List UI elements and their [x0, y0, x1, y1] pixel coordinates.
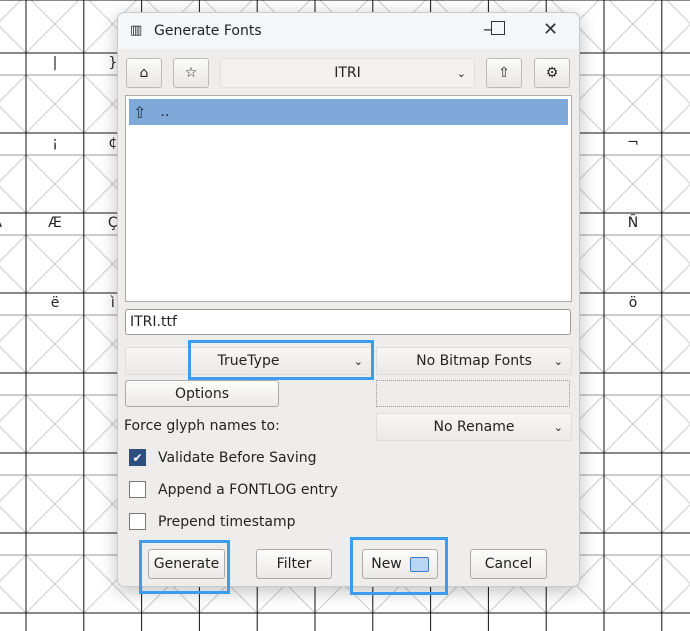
glyph-label: Æ: [48, 215, 62, 231]
up-arrow-icon: ⇧: [133, 102, 147, 122]
cancel-button[interactable]: Cancel: [470, 549, 547, 579]
glyph-label: Ñ: [627, 215, 639, 231]
glyph-label: Å: [0, 215, 26, 231]
bitmap-value: No Bitmap Fonts: [416, 353, 532, 369]
folder-icon: [409, 556, 429, 572]
settings-button[interactable]: ⚙: [534, 58, 570, 88]
close-button[interactable]: ✕: [543, 19, 558, 40]
glyph-label: ¡: [52, 135, 58, 151]
up-arrow-icon: ⇧: [498, 65, 510, 81]
glyph-label: ¬: [627, 135, 639, 151]
checkbox-label: Prepend timestamp: [158, 513, 296, 530]
force-glyph-label: Force glyph names to:: [124, 418, 280, 434]
rename-select[interactable]: No Rename ⌄: [376, 413, 572, 441]
maximize-button[interactable]: [491, 21, 505, 35]
checkbox-icon: [129, 513, 146, 530]
bookmark-button[interactable]: ☆: [173, 58, 209, 88]
rename-value: No Rename: [433, 419, 515, 435]
new-label: New: [371, 556, 402, 572]
home-button[interactable]: ⌂: [126, 58, 162, 88]
bitmap-select[interactable]: No Bitmap Fonts ⌄: [376, 347, 572, 375]
list-item[interactable]: ⇧ ..: [129, 99, 568, 125]
options-button[interactable]: Options: [125, 380, 279, 407]
fontforge-app-icon: ▥: [130, 23, 143, 38]
generate-button[interactable]: Generate: [148, 549, 225, 579]
checkbox-icon: [129, 481, 146, 498]
generate-fonts-dialog: ▥ Generate Fonts – ✕ ⌂ ☆ ITRI ⌄ ⇧ ⚙ ⇧ ..…: [117, 12, 580, 587]
home-icon: ⌂: [139, 65, 149, 81]
glyph-label: ö: [628, 295, 638, 311]
star-icon: ☆: [184, 65, 198, 81]
fontlog-checkbox[interactable]: Append a FONTLOG entry: [129, 481, 338, 498]
glyph-label: |: [52, 55, 58, 71]
directory-combo[interactable]: ITRI ⌄: [220, 58, 475, 88]
filter-button[interactable]: Filter: [256, 549, 332, 579]
format-select[interactable]: TrueType ⌄: [125, 347, 372, 375]
file-list[interactable]: ⇧ ..: [125, 95, 572, 302]
checkbox-label: Validate Before Saving: [158, 449, 317, 466]
list-item-label: ..: [160, 104, 170, 120]
gear-icon: ⚙: [545, 65, 559, 81]
title-bar: ▥ Generate Fonts – ✕: [118, 13, 579, 49]
new-folder-button[interactable]: New: [362, 549, 438, 579]
empty-placeholder-field: [376, 380, 570, 407]
checkbox-label: Append a FONTLOG entry: [158, 481, 338, 498]
checkbox-checked-icon: ✔: [129, 449, 146, 466]
dialog-title: Generate Fonts: [154, 23, 262, 39]
chevron-down-icon: ⌄: [456, 66, 466, 80]
glyph-label: ë: [50, 295, 60, 311]
filename-input[interactable]: ITRI.ttf: [125, 309, 571, 335]
chevron-down-icon: ⌄: [553, 420, 563, 434]
glyph-label: •: [0, 135, 26, 151]
parent-dir-button[interactable]: ⇧: [486, 58, 522, 88]
validate-checkbox[interactable]: ✔ Validate Before Saving: [129, 449, 317, 466]
directory-value: ITRI: [334, 65, 361, 81]
timestamp-checkbox[interactable]: Prepend timestamp: [129, 513, 295, 530]
chevron-down-icon: ⌄: [353, 354, 363, 368]
format-value: TrueType: [217, 353, 280, 369]
chevron-down-icon: ⌄: [553, 354, 563, 368]
